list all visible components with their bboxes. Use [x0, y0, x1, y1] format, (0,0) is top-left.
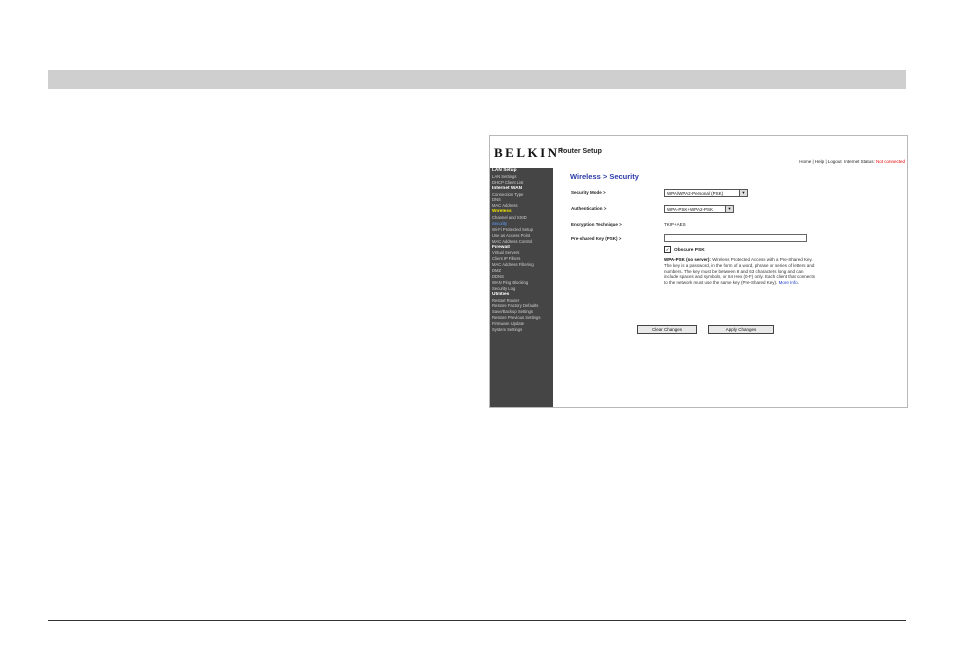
top-links: Home | Help | Logout Internet Status: No…	[799, 159, 905, 164]
authentication-label: Authentication >	[571, 206, 607, 211]
sidebar-menu: LAN Setup LAN Settings DHCP Client List Int…	[490, 168, 553, 333]
page-title: Wireless > Security	[570, 172, 639, 181]
footer-rule	[48, 620, 906, 621]
more-info-link[interactable]: More Info	[779, 280, 798, 285]
authentication-select[interactable]: WPA-PSK+WPA2-PSK ▼	[664, 205, 734, 213]
header-bar	[48, 70, 906, 89]
help-heading: WPA-PSK (no server):	[664, 257, 711, 262]
router-setup-screenshot: BELKIN® Router Setup Home | Help | Logou…	[489, 135, 908, 408]
psk-label: Pre-shared Key (PSK) >	[571, 236, 622, 241]
security-mode-label: Security Mode >	[571, 190, 606, 195]
obscure-psk-label: Obscure PSK	[674, 247, 705, 253]
clear-changes-button[interactable]: Clear Changes	[637, 325, 697, 334]
router-header: BELKIN® Router Setup Home | Help | Logou…	[490, 136, 907, 168]
security-mode-select[interactable]: WPA/WPA2-Personal (PSK) ▼	[664, 189, 748, 197]
authentication-value: WPA-PSK+WPA2-PSK	[667, 207, 713, 212]
help-link[interactable]: Help	[815, 159, 824, 164]
logout-link[interactable]: Logout	[828, 159, 842, 164]
app-title: Router Setup	[558, 148, 602, 155]
home-link[interactable]: Home	[799, 159, 811, 164]
obscure-psk-checkbox[interactable]: ✓	[664, 246, 671, 253]
apply-changes-button[interactable]: Apply Changes	[708, 325, 774, 334]
belkin-logo: BELKIN®	[494, 145, 564, 160]
encryption-value: TKIP+AES	[664, 222, 686, 227]
chevron-down-icon: ▼	[725, 206, 733, 212]
sidebar: LAN Setup LAN Settings DHCP Client List Int…	[490, 168, 553, 407]
encryption-label: Encryption Technique >	[571, 222, 622, 227]
internet-status-value: Not connected	[875, 159, 905, 164]
link-separator: |	[812, 159, 814, 164]
security-mode-value: WPA/WPA2-Personal (PSK)	[667, 191, 724, 196]
main-panel: Wireless > Security Security Mode > WPA/…	[553, 168, 907, 407]
psk-input[interactable]	[664, 234, 807, 242]
link-separator: |	[825, 159, 827, 164]
obscure-psk-row: ✓ Obscure PSK	[664, 246, 705, 253]
chevron-down-icon: ▼	[739, 190, 747, 196]
internet-status-label: Internet Status:	[844, 159, 875, 164]
psk-help-text: WPA-PSK (no server): Wireless Protected …	[664, 257, 815, 286]
sidebar-item-system-settings[interactable]: System Settings	[490, 327, 553, 333]
